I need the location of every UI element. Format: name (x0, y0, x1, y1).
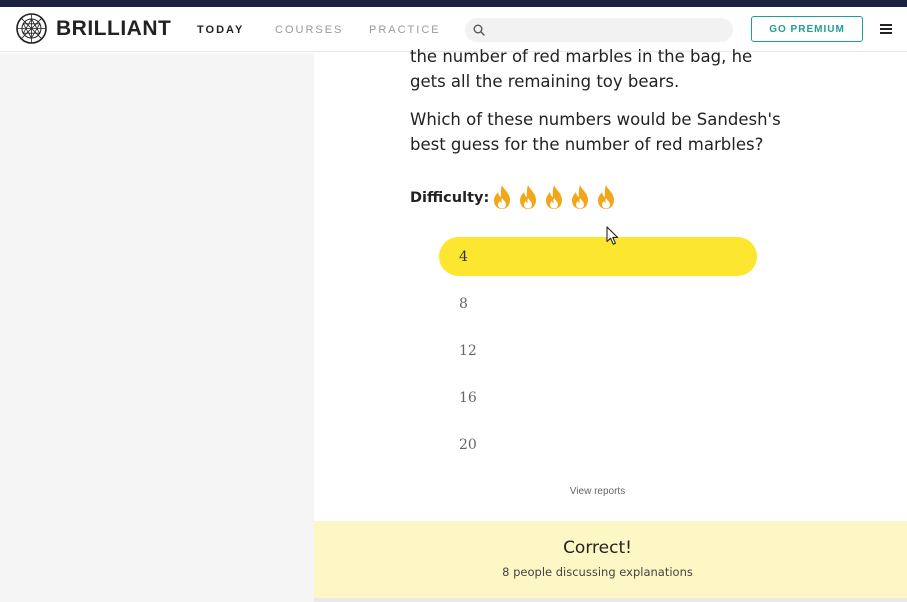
flame-icon (520, 185, 536, 209)
logo[interactable]: BRILLIANT (16, 13, 171, 44)
answer-option-selected[interactable]: 4 (439, 237, 757, 276)
flame-icon (546, 185, 562, 209)
result-title: Correct! (563, 538, 632, 558)
search-icon (473, 24, 485, 36)
mouse-cursor-icon (606, 226, 619, 245)
result-banner: Correct! 8 people discussing explanation… (314, 521, 907, 598)
brilliant-logo-icon (16, 13, 47, 44)
flame-icon (572, 185, 588, 209)
discussion-link[interactable]: 8 people discussing explanations (314, 565, 881, 579)
view-reports-link[interactable]: View reports (314, 486, 881, 497)
problem-text: the number of red marbles in the bag, he… (410, 47, 753, 91)
menu-icon[interactable] (880, 24, 892, 34)
answer-option[interactable]: 20 (439, 425, 757, 464)
answer-option[interactable]: 8 (439, 284, 757, 323)
nav-today[interactable]: TODAY (197, 24, 244, 36)
flame-icon (598, 185, 614, 209)
bottom-divider (314, 598, 907, 602)
answer-option[interactable]: 16 (439, 378, 757, 417)
difficulty-rating (491, 184, 621, 210)
search-input[interactable] (491, 21, 725, 41)
nav-courses[interactable]: COURSES (275, 24, 343, 36)
left-sidebar (0, 53, 314, 602)
top-strip (0, 0, 907, 7)
nav-practice[interactable]: PRACTICE (369, 24, 441, 36)
logo-text: BRILLIANT (56, 16, 172, 40)
search-bar[interactable] (465, 18, 733, 42)
difficulty-label: Difficulty: (410, 190, 490, 206)
go-premium-button[interactable]: GO PREMIUM (751, 16, 863, 42)
flame-icon (494, 185, 510, 209)
problem-question: Which of these numbers would be Sandesh'… (410, 110, 781, 154)
answer-option[interactable]: 12 (439, 331, 757, 370)
